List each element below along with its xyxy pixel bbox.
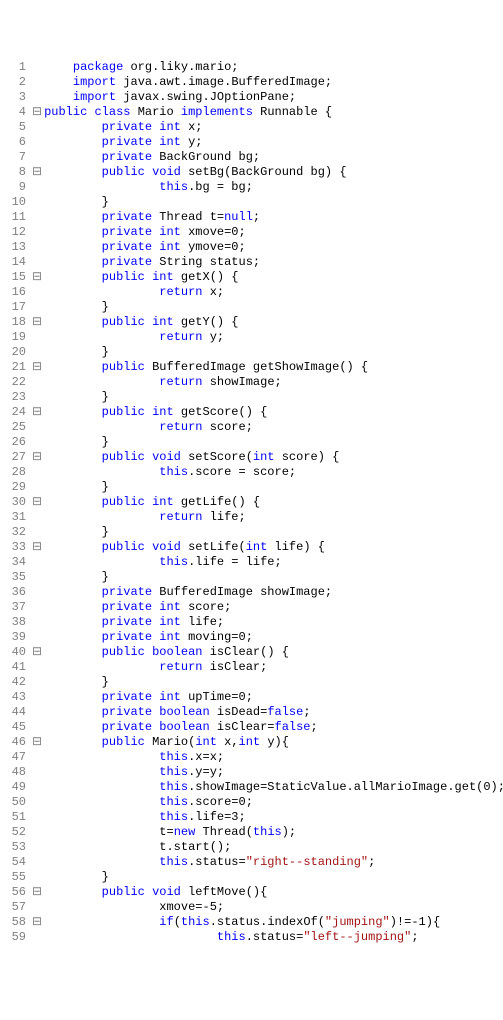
line-number-gutter: 1 2 3 4 5 6 7 8 9 10 11 12 13 14 15 16 1… [0,60,32,945]
code-editor[interactable]: 1 2 3 4 5 6 7 8 9 10 11 12 13 14 15 16 1… [0,60,503,945]
code-area[interactable]: package org.liky.mario; import java.awt.… [42,60,503,945]
fold-gutter[interactable]: ⊟ ⊟ ⊟ ⊟ ⊟ ⊟ ⊟ ⊟ ⊟ ⊟ ⊟ ⊟ ⊟ [32,60,42,945]
